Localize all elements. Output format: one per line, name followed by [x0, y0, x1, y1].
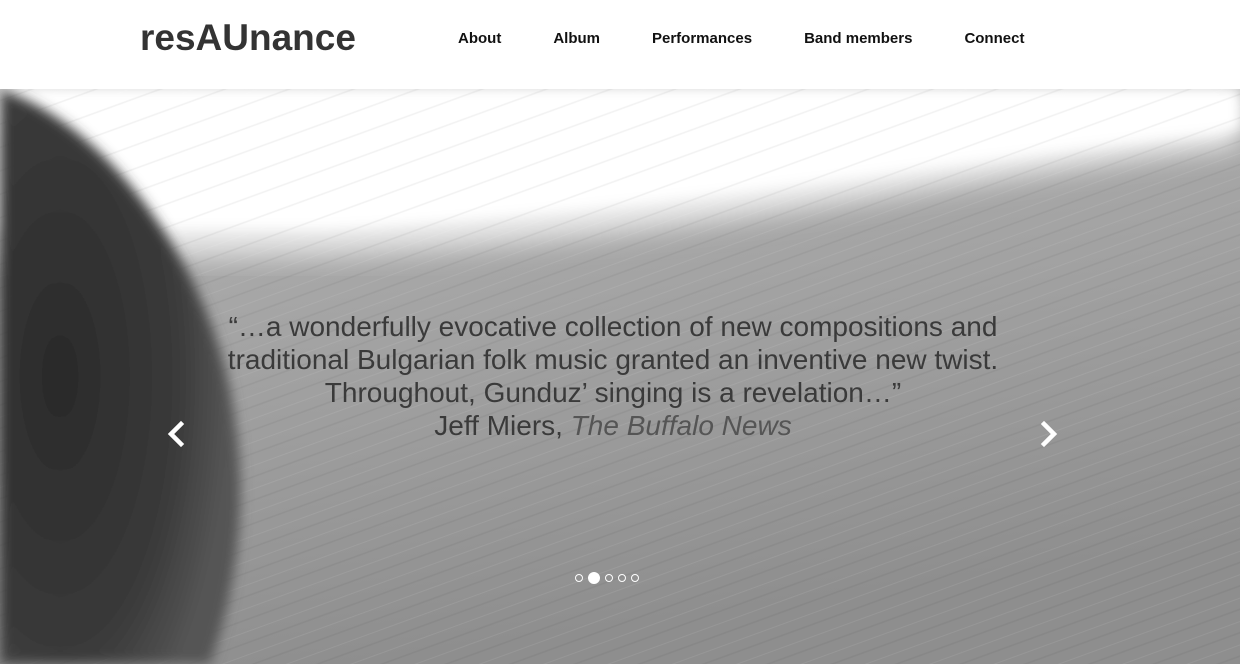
carousel-next-button[interactable] [1033, 419, 1063, 449]
nav-band-members[interactable]: Band members [804, 30, 912, 50]
carousel-indicators [575, 572, 639, 584]
quote-author: Jeff Miers, [434, 410, 571, 441]
site-header: resAUnance About Album Performances Band… [0, 0, 1240, 89]
nav-connect[interactable]: Connect [964, 30, 1024, 50]
nav-about[interactable]: About [458, 30, 501, 50]
carousel-indicator-2[interactable] [588, 572, 600, 584]
carousel-indicator-1[interactable] [575, 574, 583, 582]
chevron-left-icon [167, 420, 185, 448]
testimonial-quote: “…a wonderfully evocative collection of … [200, 310, 1026, 442]
site-logo[interactable]: resAUnance [140, 16, 356, 60]
main-nav: About Album Performances Band members Co… [458, 30, 1024, 50]
carousel-indicator-4[interactable] [618, 574, 626, 582]
carousel-indicator-3[interactable] [605, 574, 613, 582]
quote-publication: The Buffalo News [570, 410, 792, 441]
carousel-indicator-5[interactable] [631, 574, 639, 582]
hero-carousel: “…a wonderfully evocative collection of … [0, 89, 1240, 664]
quote-attribution: Jeff Miers, The Buffalo News [200, 409, 1026, 442]
quote-text: “…a wonderfully evocative collection of … [227, 311, 999, 408]
chevron-right-icon [1040, 420, 1058, 448]
nav-performances[interactable]: Performances [652, 30, 752, 50]
carousel-prev-button[interactable] [162, 419, 192, 449]
nav-album[interactable]: Album [553, 30, 600, 50]
